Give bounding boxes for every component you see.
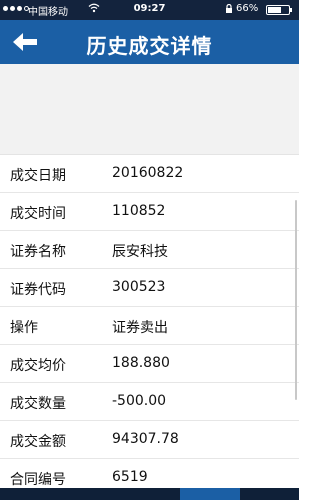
detail-value: -500.00 [112,393,167,409]
detail-label: 操作 [10,320,38,336]
navigation-bar: 历史成交详情 [0,20,299,64]
scroll-indicator[interactable] [295,200,297,400]
detail-value: 辰安科技 [112,244,168,260]
battery-percentage: 66% [236,3,259,14]
tab-item-2[interactable] [60,488,120,500]
detail-value: 20160822 [112,165,184,181]
battery-fill [268,7,281,13]
detail-label: 成交日期 [10,168,66,184]
bottom-tab-bar [0,488,299,500]
trade-detail-list: 成交日期 20160822 成交时间 110852 证券名称 辰安科技 证券代码… [0,155,299,497]
detail-row-trade-date: 成交日期 20160822 [0,155,299,193]
detail-row-trade-time: 成交时间 110852 [0,193,299,231]
detail-row-amount: 成交金额 94307.78 [0,421,299,459]
detail-value: 94307.78 [112,431,179,447]
detail-label: 证券名称 [10,244,66,260]
detail-label: 合同编号 [10,472,66,488]
detail-label: 证券代码 [10,282,66,298]
detail-row-quantity: 成交数量 -500.00 [0,383,299,421]
lock-rotation-icon [225,3,233,14]
page-title: 历史成交详情 [86,34,213,58]
battery-icon [266,5,292,15]
detail-label: 成交均价 [10,358,66,374]
detail-row-security-code: 证券代码 300523 [0,269,299,307]
detail-row-average-price: 成交均价 188.880 [0,345,299,383]
detail-value: 证券卖出 [112,320,168,336]
tab-item-5[interactable] [240,488,299,500]
header-blank-area [0,64,299,155]
status-bar: 中国移动 09:27 66% [0,0,299,20]
detail-label: 成交时间 [10,206,66,222]
detail-value: 6519 [112,469,148,485]
detail-value: 300523 [112,279,166,295]
tab-item-1[interactable] [0,488,60,500]
detail-row-security-name: 证券名称 辰安科技 [0,231,299,269]
detail-value: 188.880 [112,355,170,371]
detail-label: 成交金额 [10,434,66,450]
tab-item-4[interactable] [180,488,240,500]
detail-row-operation: 操作 证券卖出 [0,307,299,345]
tab-item-3[interactable] [120,488,180,500]
detail-label: 成交数量 [10,396,66,412]
detail-value: 110852 [112,203,166,219]
